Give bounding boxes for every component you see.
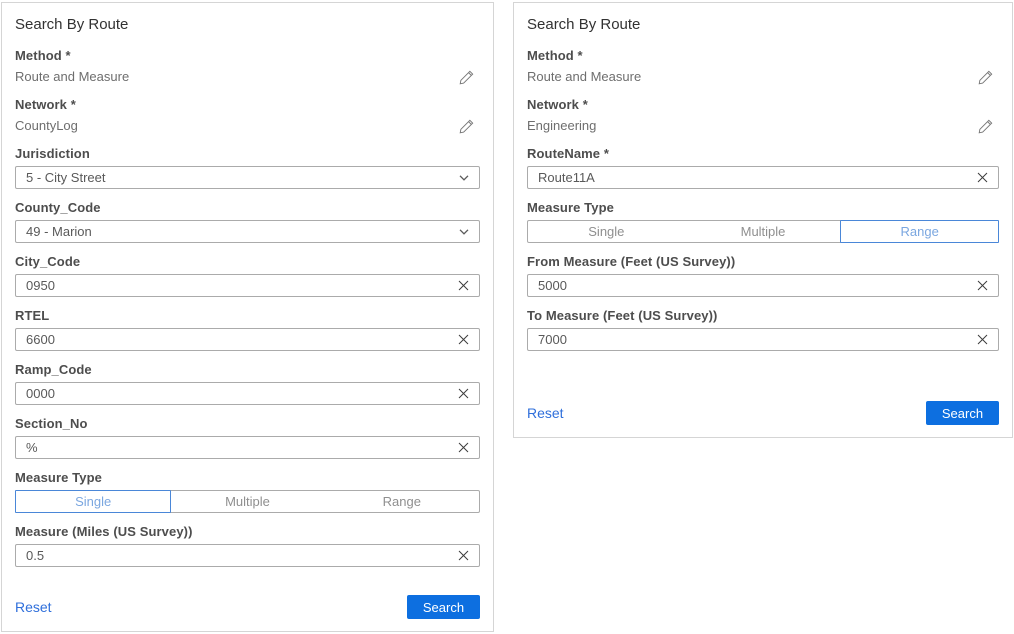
input-section-no[interactable]: % [15,436,480,459]
field-measure-type: Measure Type SingleMultipleRange [15,469,480,513]
segmented-measure-type: SingleMultipleRange [527,220,999,243]
select-jurisdiction[interactable]: 5 - City Street [15,166,480,189]
clear-icon[interactable] [452,388,469,399]
field-method: Method * Route and Measure [15,47,480,86]
field-label: To Measure (Feet (US Survey)) [527,307,999,324]
field-label: Jurisdiction [15,145,480,162]
field-from-measure-feet-us-survey: From Measure (Feet (US Survey)) 5000 [527,253,999,297]
field-label: County_Code [15,199,480,216]
segment-single[interactable]: Single [528,221,685,242]
input-value: 6600 [26,332,452,347]
field-label: Measure (Miles (US Survey)) [15,523,480,540]
input-measure-miles-us-survey[interactable]: 0.5 [15,544,480,567]
input-to-measure-feet-us-survey[interactable]: 7000 [527,328,999,351]
segment-single[interactable]: Single [15,490,171,513]
input-rtel[interactable]: 6600 [15,328,480,351]
field-network: Network * CountyLog [15,96,480,135]
field-county-code: County_Code 49 - Marion [15,199,480,243]
clear-icon[interactable] [971,280,988,291]
field-rtel: RTEL 6600 [15,307,480,351]
search-by-route-panel-left: Search By Route Method * Route and Measur… [1,2,494,632]
clear-icon[interactable] [452,442,469,453]
field-label: From Measure (Feet (US Survey)) [527,253,999,270]
field-label: Method * [527,47,999,64]
static-value-row: Route and Measure [527,68,999,86]
search-by-route-panel-right: Search By Route Method * Route and Measur… [513,2,1013,438]
static-value-row: Engineering [527,117,999,135]
field-label: RTEL [15,307,480,324]
input-value: 5000 [538,278,971,293]
field-label: Network * [527,96,999,113]
field-to-measure-feet-us-survey: To Measure (Feet (US Survey)) 7000 [527,307,999,351]
reset-link[interactable]: Reset [15,595,52,619]
input-value: Route11A [538,170,971,185]
field-label: RouteName * [527,145,999,162]
segment-multiple[interactable]: Multiple [685,221,842,242]
search-button[interactable]: Search [407,595,480,619]
segmented-measure-type: SingleMultipleRange [15,490,480,513]
pencil-edit-icon[interactable] [978,119,993,134]
field-section-no: Section_No% [15,415,480,459]
field-value: CountyLog [15,117,78,135]
input-ramp-code[interactable]: 0000 [15,382,480,405]
field-label: City_Code [15,253,480,270]
fields-container: Method * Route and Measure Network * Engine… [527,47,999,361]
search-button[interactable]: Search [926,401,999,425]
field-label: Ramp_Code [15,361,480,378]
input-value: 7000 [538,332,971,347]
static-value-row: CountyLog [15,117,480,135]
pencil-edit-icon[interactable] [459,119,474,134]
pencil-edit-icon[interactable] [978,70,993,85]
clear-icon[interactable] [452,550,469,561]
input-value: 0.5 [26,548,452,563]
page: Search By Route Method * Route and Measur… [0,0,1014,634]
panel-title: Search By Route [15,16,480,34]
pencil-edit-icon[interactable] [459,70,474,85]
select-county-code[interactable]: 49 - Marion [15,220,480,243]
select-value: 5 - City Street [26,170,459,185]
chevron-down-icon [459,175,469,181]
input-routename[interactable]: Route11A [527,166,999,189]
panel-footer: Reset Search [527,401,999,425]
input-from-measure-feet-us-survey[interactable]: 5000 [527,274,999,297]
clear-icon[interactable] [971,172,988,183]
field-value: Route and Measure [15,68,129,86]
field-label: Measure Type [15,469,480,486]
field-label: Section_No [15,415,480,432]
input-value: 0000 [26,386,452,401]
field-label: Measure Type [527,199,999,216]
field-measure-miles-us-survey: Measure (Miles (US Survey)) 0.5 [15,523,480,567]
field-measure-type: Measure Type SingleMultipleRange [527,199,999,243]
static-value-row: Route and Measure [15,68,480,86]
segment-range[interactable]: Range [840,220,999,243]
input-value: % [26,440,452,455]
field-value: Route and Measure [527,68,641,86]
panel-title: Search By Route [527,16,999,34]
field-value: Engineering [527,117,596,135]
clear-icon[interactable] [452,334,469,345]
reset-link[interactable]: Reset [527,401,564,425]
clear-icon[interactable] [452,280,469,291]
segment-multiple[interactable]: Multiple [170,491,324,512]
panel-footer: Reset Search [15,595,480,619]
field-jurisdiction: Jurisdiction 5 - City Street [15,145,480,189]
chevron-down-icon [459,229,469,235]
field-method: Method * Route and Measure [527,47,999,86]
field-ramp-code: Ramp_Code 0000 [15,361,480,405]
field-label: Network * [15,96,480,113]
input-city-code[interactable]: 0950 [15,274,480,297]
input-value: 0950 [26,278,452,293]
segment-range[interactable]: Range [325,491,479,512]
field-routename: RouteName * Route11A [527,145,999,189]
field-city-code: City_Code 0950 [15,253,480,297]
field-network: Network * Engineering [527,96,999,135]
fields-container: Method * Route and Measure Network * County… [15,47,480,577]
clear-icon[interactable] [971,334,988,345]
field-label: Method * [15,47,480,64]
select-value: 49 - Marion [26,224,459,239]
